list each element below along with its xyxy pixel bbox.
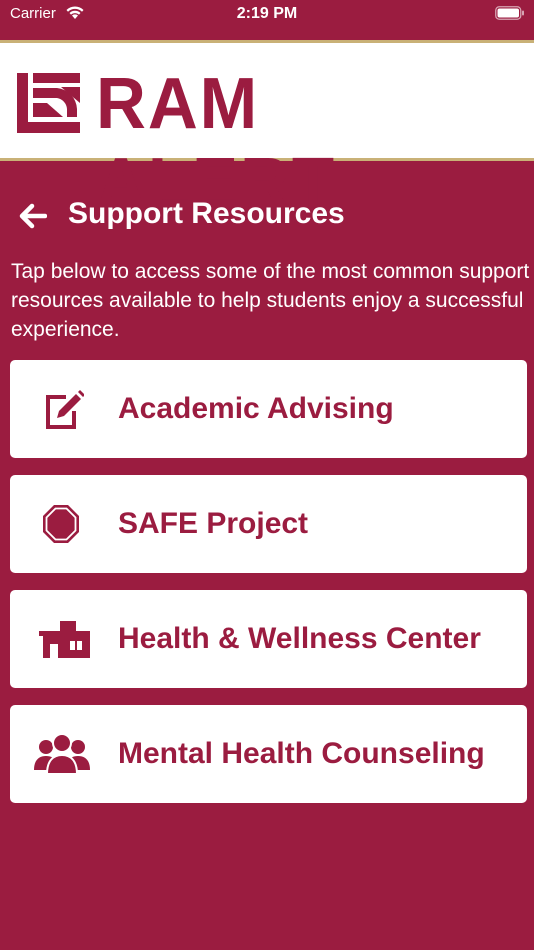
logo-banner: RAM ALERT <box>0 40 534 224</box>
stop-octagon-icon <box>43 505 79 543</box>
back-arrow-icon[interactable] <box>19 203 47 229</box>
resource-label: Mental Health Counseling <box>118 737 485 770</box>
resource-label: SAFE Project <box>118 507 309 540</box>
resource-label: Health & Wellness Center <box>118 622 481 655</box>
health-wellness-center-button[interactable]: Health & Wellness Center <box>10 590 527 688</box>
academic-advising-button[interactable]: Academic Advising <box>10 360 527 458</box>
safe-project-button[interactable]: SAFE Project <box>10 475 527 573</box>
mental-health-counseling-button[interactable]: Mental Health Counseling <box>10 705 527 803</box>
battery-icon <box>495 6 524 20</box>
intro-text: Tap below to access some of the most com… <box>11 260 530 341</box>
edit-square-icon <box>46 390 84 429</box>
page-title: Support Resources <box>68 197 345 230</box>
clock: 2:19 PM <box>236 5 298 22</box>
clinic-building-icon <box>39 621 90 658</box>
ram-logo-mark-icon <box>17 73 80 133</box>
status-bar: Carrier 2:19 PM <box>0 0 534 40</box>
people-group-icon <box>34 733 90 775</box>
page-header: Support Resources <box>0 192 534 240</box>
resource-label: Academic Advising <box>118 392 394 425</box>
